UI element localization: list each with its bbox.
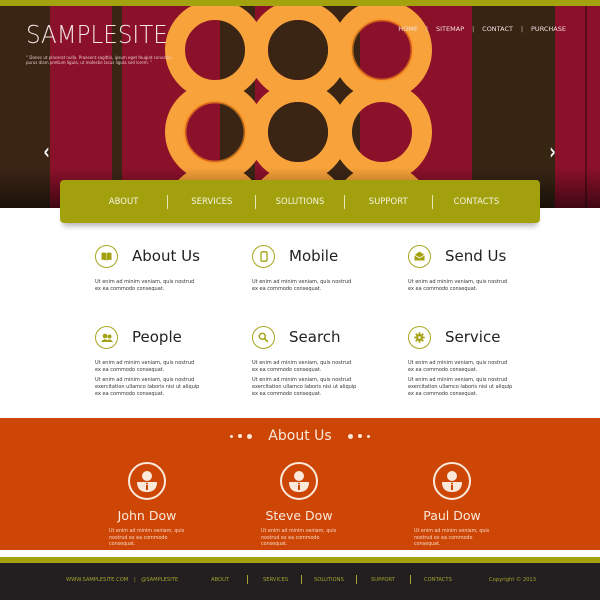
feature-text: Ut enim ad minim veniam, quis nostrud ex… xyxy=(408,360,508,373)
feature-people: People Ut enim ad minim veniam, quis nos… xyxy=(95,324,205,398)
feature-about-us: About Us Ut enim ad minim veniam, quis n… xyxy=(95,243,205,293)
decorative-dots-right-icon xyxy=(348,433,371,439)
footer-divider xyxy=(247,575,248,584)
feature-text: Ut enim ad minim veniam, quis nostrud ex… xyxy=(252,377,357,397)
footer-link-services[interactable]: SERVICES xyxy=(263,577,288,583)
footer: WWW.SAMPLESITE.COM | @SAMPLESITE ABOUT S… xyxy=(0,563,600,600)
team-member-card: Steve Dow Ut enim ad minim veniam, quis … xyxy=(249,462,349,549)
footer-divider xyxy=(410,575,411,584)
site-tagline: “ Donec ut placerat nulla. Praesent sagi… xyxy=(26,55,176,65)
main-nav-solutions[interactable]: SOLUTIONS xyxy=(256,197,343,207)
book-icon xyxy=(95,244,118,268)
feature-title[interactable]: Send Us xyxy=(445,247,506,265)
envelope-icon xyxy=(408,244,431,268)
quote-close-icon: ” xyxy=(150,60,153,65)
team-member-card: Paul Dow Ut enim ad minim veniam, quis n… xyxy=(402,462,502,549)
main-nav-contacts[interactable]: CONTACTS xyxy=(433,197,520,207)
mobile-icon xyxy=(252,244,275,268)
feature-title[interactable]: Mobile xyxy=(289,247,338,265)
feature-text: Ut enim ad minim veniam, quis nostrud ex… xyxy=(408,377,513,397)
footer-link-contacts[interactable]: CONTACTS xyxy=(424,577,452,583)
team-member-card: John Dow Ut enim ad minim veniam, quis n… xyxy=(97,462,197,549)
team-member-name: Steve Dow xyxy=(265,508,333,523)
feature-text: Ut enim ad minim veniam, quis nostrud ex… xyxy=(95,377,200,397)
divider-strip xyxy=(0,550,600,557)
feature-text: Ut enim ad minim veniam, quis nostrud ex… xyxy=(252,360,352,373)
feature-search: Search Ut enim ad minim veniam, quis nos… xyxy=(252,324,362,398)
footer-divider xyxy=(356,575,357,584)
footer-link-solutions[interactable]: SOLUTIONS xyxy=(314,577,344,583)
site-logo[interactable]: SAMPLESITE xyxy=(26,20,168,49)
feature-send-us: Send Us Ut enim ad minim veniam, quis no… xyxy=(408,243,518,293)
gear-icon xyxy=(408,325,431,349)
main-nav-support[interactable]: SUPPORT xyxy=(345,197,432,207)
people-icon xyxy=(95,325,118,349)
main-navigation: ABOUT SERVICES SOLUTIONS SUPPORT CONTACT… xyxy=(60,180,540,223)
slider-next-arrow-icon[interactable]: › xyxy=(549,140,555,165)
team-member-name: John Dow xyxy=(117,508,177,523)
footer-link-about[interactable]: ABOUT xyxy=(211,577,229,583)
feature-text: Ut enim ad minim veniam, quis nostrud ex… xyxy=(95,279,195,292)
feature-text: Ut enim ad minim veniam, quis nostrud ex… xyxy=(408,279,508,292)
about-us-heading: About Us xyxy=(0,428,600,444)
top-nav-sitemap[interactable]: SITEMAP xyxy=(428,25,472,33)
footer-copyright: Copyright © 2013 xyxy=(489,577,537,583)
footer-website-link[interactable]: WWW.SAMPLESITE.COM xyxy=(66,577,128,583)
top-nav-purchase[interactable]: PURCHASE xyxy=(523,25,574,33)
feature-mobile: Mobile Ut enim ad minim veniam, quis nos… xyxy=(252,243,362,293)
footer-separator: | xyxy=(134,577,136,583)
hero-slider: SAMPLESITE “ Donec ut placerat nulla. Pr… xyxy=(0,6,600,208)
user-avatar-icon[interactable] xyxy=(280,462,318,500)
main-nav-services[interactable]: SERVICES xyxy=(168,197,255,207)
about-us-section: About Us John Dow Ut enim ad minim venia… xyxy=(0,418,600,550)
slider-prev-arrow-icon[interactable]: ‹ xyxy=(43,140,49,165)
feature-title[interactable]: Search xyxy=(289,328,341,346)
top-nav-home[interactable]: HOME xyxy=(390,25,426,33)
feature-service: Service Ut enim ad minim veniam, quis no… xyxy=(408,324,518,398)
main-nav-about[interactable]: ABOUT xyxy=(80,197,167,207)
user-avatar-icon[interactable] xyxy=(433,462,471,500)
feature-title[interactable]: Service xyxy=(445,328,500,346)
team-member-text: Ut enim ad minim veniam, quis nostrud ex… xyxy=(414,529,490,547)
feature-text: Ut enim ad minim veniam, quis nostrud ex… xyxy=(252,279,352,292)
footer-social-handle[interactable]: @SAMPLESITE xyxy=(141,577,178,583)
team-member-name: Paul Dow xyxy=(423,508,481,523)
feature-title[interactable]: People xyxy=(132,328,182,346)
footer-link-support[interactable]: SUPPORT xyxy=(371,577,395,583)
top-navigation: HOME | SITEMAP | CONTACT | PURCHASE xyxy=(390,25,574,33)
user-avatar-icon[interactable] xyxy=(128,462,166,500)
top-nav-contact[interactable]: CONTACT xyxy=(474,25,521,33)
feature-text: Ut enim ad minim veniam, quis nostrud ex… xyxy=(95,360,195,373)
feature-title[interactable]: About Us xyxy=(132,247,200,265)
team-member-text: Ut enim ad minim veniam, quis nostrud ex… xyxy=(261,529,337,547)
about-us-title: About Us xyxy=(268,428,332,444)
team-member-text: Ut enim ad minim veniam, quis nostrud ex… xyxy=(109,529,185,547)
footer-divider xyxy=(301,575,302,584)
decorative-dots-left-icon xyxy=(229,433,252,439)
search-icon xyxy=(252,325,275,349)
